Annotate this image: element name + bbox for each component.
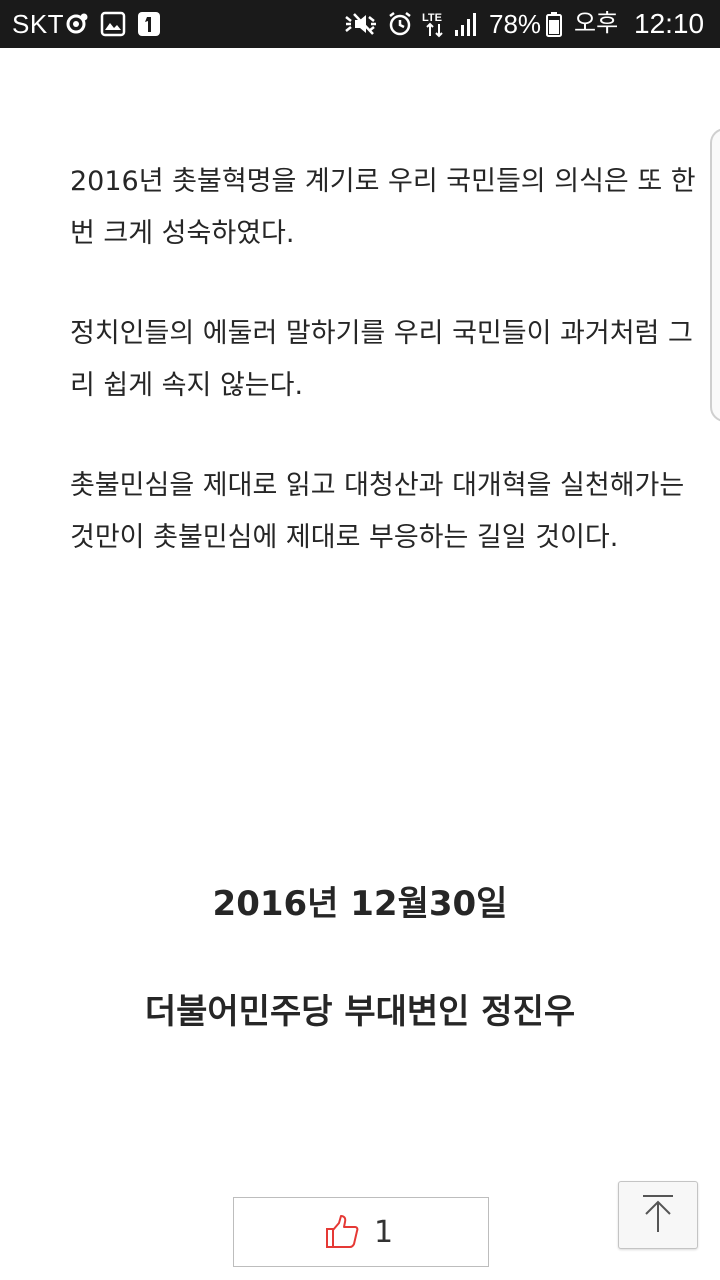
scroll-to-top-button[interactable] [618,1181,698,1249]
article-body: 2016년 촛불혁명을 계기로 우리 국민들의 의식은 또 한 번 크게 성숙하… [70,156,696,612]
gallery-icon [100,11,126,37]
arrow-up-icon [643,1195,673,1232]
ampm-label: 오후 [574,9,619,37]
edge-panel-handle[interactable] [710,128,720,422]
like-count: 1 [374,1215,394,1250]
svg-text:LTE: LTE [422,12,442,24]
battery-icon [546,12,562,37]
article-paragraph: 촛불민심을 제대로 읽고 대청산과 대개혁을 실천해가는 것만이 촛불민심에 제… [70,470,685,553]
article-paragraph: 정치인들의 에둘러 말하기를 우리 국민들이 과거처럼 그리 쉽게 속지 않는다… [70,318,693,401]
notification-one-icon [138,12,160,36]
signature-date: 2016년 12월30일 [212,884,508,924]
like-button[interactable]: 1 [233,1197,489,1267]
sync-icon [66,13,88,34]
mute-icon [345,13,376,35]
alarm-icon [389,12,411,36]
signature-author: 더불어민주당 부대변인 정진우 [144,992,576,1032]
carrier-label: SKT [12,9,65,39]
article-paragraph: 2016년 촛불혁명을 계기로 우리 국민들의 의식은 또 한 번 크게 성숙하… [70,166,696,249]
status-bar: SKT LTE 78% 오후 12:10 [0,0,720,48]
clock-time: 12:10 [634,8,705,39]
lte-icon: LTE [422,12,443,38]
signal-icon [455,13,476,36]
thumbs-up-icon [326,1215,359,1248]
battery-percent: 78% [489,9,542,39]
